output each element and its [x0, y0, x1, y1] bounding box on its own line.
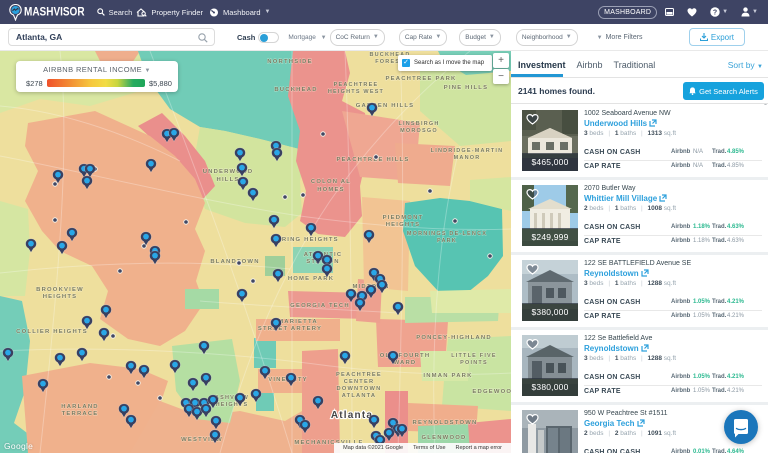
svg-text:MORNINGS DE-LENCX: MORNINGS DE-LENCX — [407, 231, 487, 237]
svg-text:PINE HILLS: PINE HILLS — [444, 85, 488, 91]
svg-text:COLLIER HEIGHTS: COLLIER HEIGHTS — [16, 329, 88, 335]
svg-text:BUCKHEAD: BUCKHEAD — [274, 87, 317, 93]
svg-text:HARLAND: HARLAND — [61, 404, 99, 410]
svg-text:PIEDMONT: PIEDMONT — [383, 215, 424, 221]
svg-text:PEACHTREE: PEACHTREE — [334, 82, 379, 88]
svg-text:HEIGHTS: HEIGHTS — [216, 402, 249, 408]
svg-text:ATLANTA: ATLANTA — [342, 393, 376, 399]
svg-text:OLD FOURTH: OLD FOURTH — [380, 353, 431, 359]
svg-text:HILLS: HILLS — [216, 177, 239, 183]
svg-text:GARDEN HILLS: GARDEN HILLS — [356, 103, 415, 109]
svg-text:GLENWOOD: GLENWOOD — [422, 435, 467, 441]
svg-text:EDGEWOOD: EDGEWOOD — [472, 389, 511, 395]
svg-text:REYNOLDSTOWN: REYNOLDSTOWN — [412, 420, 477, 426]
svg-text:PEACHTREE HILLS: PEACHTREE HILLS — [337, 157, 410, 163]
svg-text:STREET ARTERY: STREET ARTERY — [258, 326, 322, 332]
svg-text:GEORGIA TECH: GEORGIA TECH — [290, 303, 350, 309]
svg-text:HEIGHTS: HEIGHTS — [386, 222, 421, 228]
svg-text:CENTER: CENTER — [344, 379, 375, 385]
svg-text:PEACHTREE: PEACHTREE — [336, 372, 382, 378]
svg-text:MARIETTA: MARIETTA — [278, 319, 318, 325]
svg-text:HEIGHTS: HEIGHTS — [43, 294, 78, 300]
svg-text:?: ? — [713, 10, 717, 17]
svg-text:Atlanta: Atlanta — [331, 410, 373, 421]
svg-text:MANOR: MANOR — [454, 155, 481, 161]
svg-text:LITTLE FIVE: LITTLE FIVE — [451, 353, 497, 359]
svg-text:BLANDTOWN: BLANDTOWN — [210, 259, 259, 265]
svg-text:NORTHSIDE: NORTHSIDE — [267, 59, 313, 65]
svg-text:BROOKVIEW: BROOKVIEW — [36, 287, 84, 293]
svg-text:HOMES: HOMES — [317, 187, 345, 193]
svg-text:MOROSGO: MOROSGO — [400, 128, 438, 134]
svg-text:PARK: PARK — [437, 238, 457, 244]
svg-text:LINSBIRGH: LINSBIRGH — [398, 121, 439, 127]
svg-text:POINTS: POINTS — [460, 360, 488, 366]
svg-text:TERRACE: TERRACE — [62, 411, 99, 417]
svg-text:INMAN PARK: INMAN PARK — [423, 373, 472, 379]
svg-text:HEIGHTS WEST: HEIGHTS WEST — [328, 89, 384, 95]
svg-text:PEACHTREE PARK: PEACHTREE PARK — [385, 76, 456, 82]
svg-text:PONCEY-HIGHLAND: PONCEY-HIGHLAND — [416, 335, 492, 341]
svg-text:COLON AL: COLON AL — [311, 179, 351, 185]
svg-text:DOWNTOWN: DOWNTOWN — [337, 386, 382, 392]
svg-text:LINDRIDGE-MARTIN: LINDRIDGE-MARTIN — [431, 148, 504, 154]
svg-text:WARD: WARD — [394, 360, 417, 366]
